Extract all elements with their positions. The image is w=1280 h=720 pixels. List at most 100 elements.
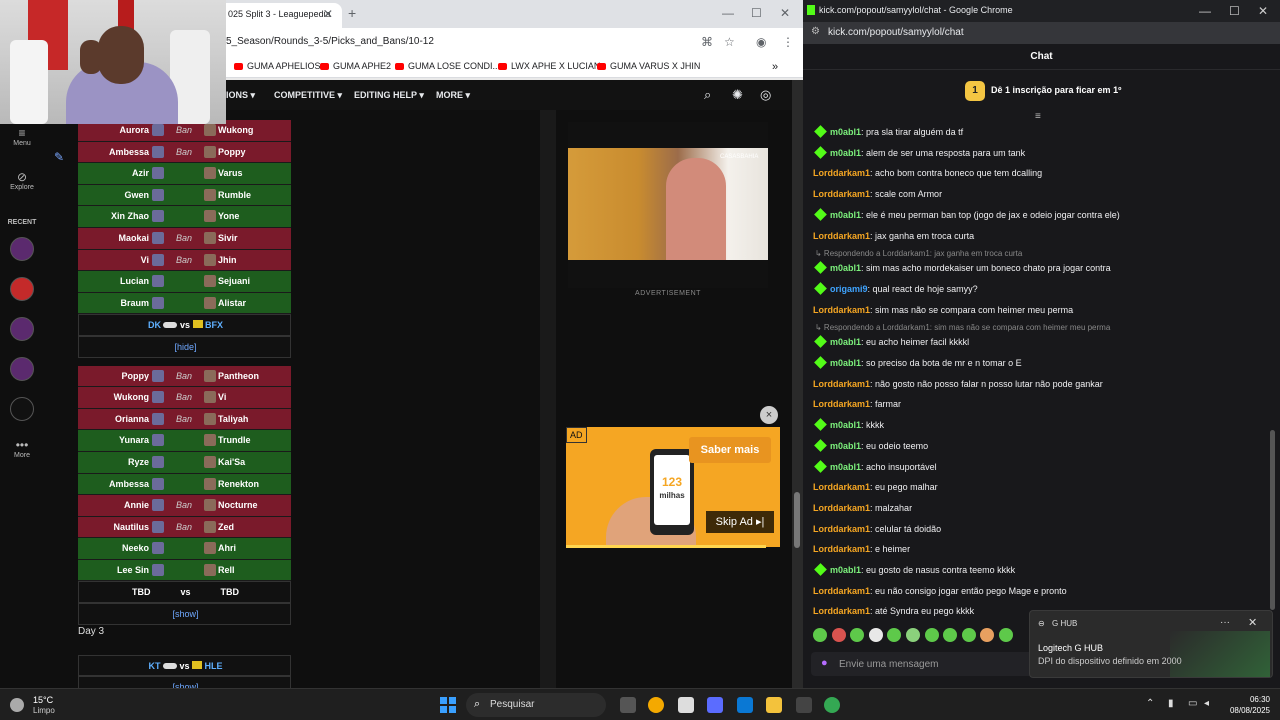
emote-icon[interactable] (980, 628, 995, 642)
bookmark-item[interactable]: GUMA APHE2 (320, 61, 391, 71)
bookmark-item[interactable]: GUMA LOSE CONDI... (395, 61, 500, 71)
champion-left[interactable]: Poppy (121, 371, 149, 381)
chat-username[interactable]: Lorddarkam1 (813, 189, 870, 199)
emote-icon[interactable] (887, 628, 902, 642)
recent-wiki-icon[interactable] (10, 317, 34, 341)
team-name[interactable]: DK (148, 320, 161, 330)
chat-username[interactable]: Lorddarkam1 (813, 168, 870, 178)
windows-start-icon[interactable] (440, 697, 456, 713)
champion-left[interactable]: Annie (124, 500, 149, 510)
ad-banner[interactable]: AD 123 milhas Saber mais Skip Ad ▸| (566, 427, 780, 547)
outlook-icon[interactable] (737, 697, 753, 713)
mic-icon[interactable]: ● (821, 657, 828, 669)
clock-date[interactable]: 08/08/2025 (1210, 706, 1270, 715)
chat-username[interactable]: m0abl1 (830, 263, 861, 273)
recent-wiki-icon[interactable] (10, 237, 34, 261)
more-button[interactable]: ••• More (0, 438, 44, 459)
chat-username[interactable]: m0abl1 (830, 358, 861, 368)
emote-icon[interactable] (961, 628, 976, 642)
champion-left[interactable]: Orianna (115, 414, 149, 424)
champion-right[interactable]: Vi (218, 392, 226, 402)
saber-mais-button[interactable]: Saber mais (689, 437, 771, 463)
chat-scrollbar[interactable] (1270, 430, 1275, 610)
champion-right[interactable]: Yone (218, 211, 239, 221)
champion-left[interactable]: Azir (132, 168, 149, 178)
chat-username[interactable]: Lorddarkam1 (813, 503, 870, 513)
champion-right[interactable]: Wukong (218, 125, 253, 135)
skip-ad-button[interactable]: Skip Ad ▸| (706, 511, 774, 533)
bookmark-item[interactable]: LWX APHE X LUCIAN (498, 61, 600, 71)
champion-left[interactable]: Gwen (124, 190, 149, 200)
champion-left[interactable]: Wukong (114, 392, 149, 402)
theme-icon[interactable]: ✺ (732, 87, 743, 103)
nav-competitive[interactable]: COMPETITIVE ▾ (274, 90, 342, 101)
chat-username[interactable]: origami9 (830, 284, 868, 294)
app-icon[interactable] (678, 697, 694, 713)
champion-left[interactable]: Xin Zhao (111, 211, 149, 221)
champion-right[interactable]: Taliyah (218, 414, 248, 424)
subscription-promo[interactable]: 1 Dê 1 inscrição para ficar em 1º (803, 76, 1280, 106)
emote-icon[interactable] (831, 628, 846, 642)
chat-username[interactable]: Lorddarkam1 (813, 305, 870, 315)
champion-left[interactable]: Nautilus (113, 522, 149, 532)
recent-wiki-icon[interactable] (10, 277, 34, 301)
champion-right[interactable]: Renekton (218, 479, 259, 489)
recent-wiki-icon[interactable] (10, 397, 34, 421)
close-icon[interactable]: ✕ (1248, 616, 1257, 629)
emote-icon[interactable] (906, 628, 920, 642)
recent-wiki-icon[interactable] (10, 357, 34, 381)
chevron-right-icon[interactable]: » (772, 61, 778, 73)
champion-right[interactable]: Ahri (218, 543, 236, 553)
ellipsis-icon[interactable]: ··· (1220, 617, 1230, 628)
champion-left[interactable]: Ambessa (109, 147, 149, 157)
team-name[interactable]: KT (148, 661, 160, 671)
site-settings-icon[interactable]: ⚙ (811, 26, 820, 37)
chevron-up-icon[interactable]: ⌃ (1146, 698, 1154, 709)
plus-icon[interactable]: + (348, 5, 356, 21)
chat-username[interactable]: Lorddarkam1 (813, 231, 870, 241)
close-window-icon[interactable]: ✕ (1258, 4, 1268, 18)
chat-username[interactable]: Lorddarkam1 (813, 379, 870, 389)
champion-right[interactable]: Sivir (218, 233, 238, 243)
champion-right[interactable]: Rumble (218, 190, 251, 200)
chat-username[interactable]: m0abl1 (830, 210, 861, 220)
url-text[interactable]: 5_Season/Rounds_3-5/Picks_and_Bans/10-12 (226, 36, 434, 47)
chat-username[interactable]: m0abl1 (830, 127, 861, 137)
chat-username[interactable]: m0abl1 (830, 148, 861, 158)
chat-username[interactable]: m0abl1 (830, 441, 861, 451)
champion-right[interactable]: Nocturne (218, 500, 258, 510)
chat-username[interactable]: m0abl1 (830, 565, 861, 575)
champion-right[interactable]: Rell (218, 565, 235, 575)
nav-item[interactable]: IONS ▾ (226, 90, 255, 101)
ghub-notification[interactable]: ⊖ G HUB ··· ✕ Logitech G HUB DPI do disp… (1029, 610, 1273, 678)
star-icon[interactable]: ☆ (724, 35, 735, 49)
champion-left[interactable]: Ryze (128, 457, 149, 467)
chat-username[interactable]: m0abl1 (830, 337, 861, 347)
menu-button[interactable]: ≡ Menu (0, 126, 44, 147)
app-icon[interactable] (648, 697, 664, 713)
emote-icon[interactable] (943, 628, 958, 642)
maximize-icon[interactable]: ☐ (1229, 4, 1240, 18)
champion-right[interactable]: Sejuani (218, 276, 250, 286)
app-icon[interactable] (796, 697, 812, 713)
pencil-icon[interactable]: ✎ (54, 150, 64, 164)
weather-condition[interactable]: Limpo (33, 706, 55, 715)
nav-more[interactable]: MORE ▾ (436, 90, 470, 101)
translate-icon[interactable]: ⌘ (701, 35, 713, 49)
champion-left[interactable]: Ambessa (109, 479, 149, 489)
champion-left[interactable]: Vi (141, 255, 149, 265)
clock-time[interactable]: 06:30 (1220, 695, 1270, 704)
reply-context[interactable]: ↳ Respondendo a Lorddarkam1: jax ganha e… (815, 249, 1022, 258)
address-bar[interactable]: ⚙ kick.com/popout/samyylol/chat (803, 22, 1280, 44)
chat-username[interactable]: Lorddarkam1 (813, 399, 870, 409)
champion-left[interactable]: Braum (120, 298, 149, 308)
volume-icon[interactable]: ◂ (1204, 698, 1209, 709)
emote-icon[interactable] (868, 628, 883, 642)
chat-username[interactable]: m0abl1 (830, 420, 861, 430)
champion-right[interactable]: Trundle (218, 435, 251, 445)
filter-icon[interactable]: ≡ (1035, 111, 1041, 122)
chat-username[interactable]: Lorddarkam1 (813, 524, 870, 534)
team-name[interactable]: HLE (205, 661, 223, 671)
chat-username[interactable]: m0abl1 (830, 462, 861, 472)
minimize-icon[interactable]: — (722, 6, 734, 20)
